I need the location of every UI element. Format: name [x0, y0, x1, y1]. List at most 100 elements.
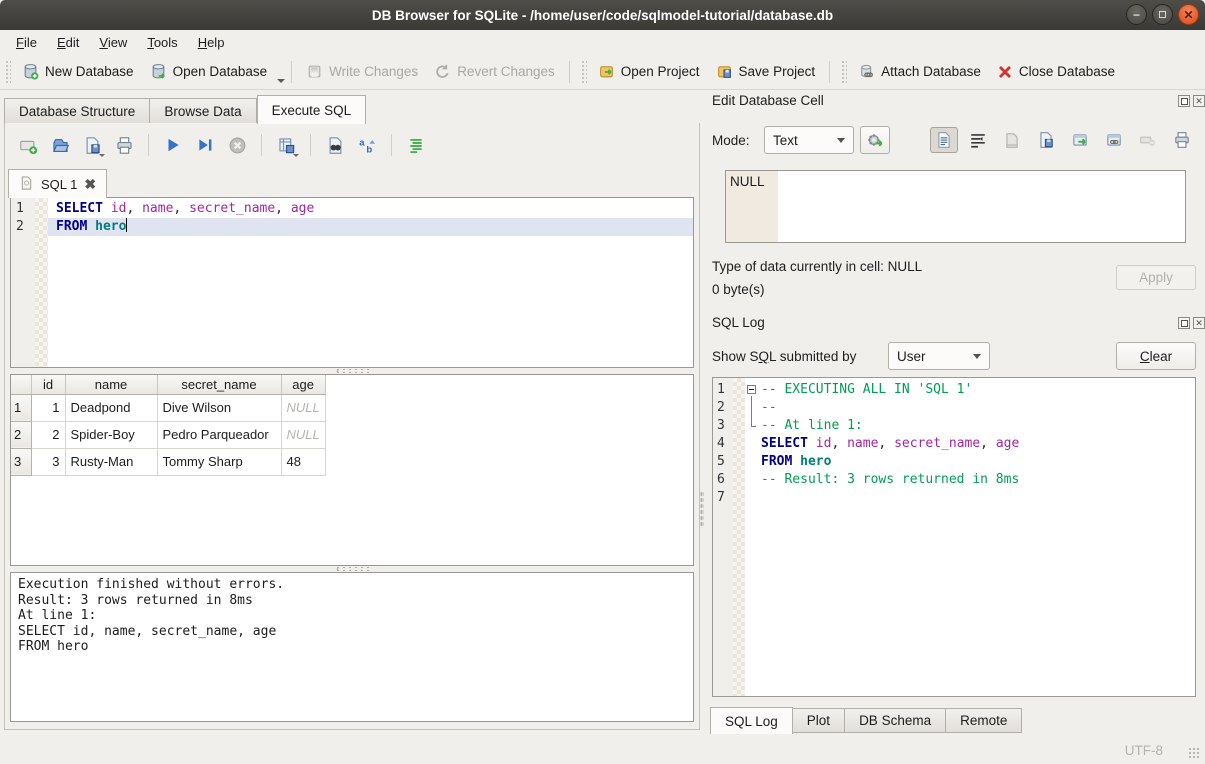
- menu-tools[interactable]: Tools: [137, 32, 187, 53]
- tab-plot[interactable]: Plot: [793, 708, 845, 733]
- results-grid[interactable]: idnamesecret_nameage11DeadpondDive Wilso…: [10, 374, 694, 566]
- vertical-splitter[interactable]: [698, 91, 705, 734]
- attach-database-button[interactable]: Attach Database: [850, 58, 989, 85]
- save-results-icon[interactable]: [272, 132, 300, 158]
- column-header-name[interactable]: name: [65, 375, 157, 394]
- close-tab-icon[interactable]: ✖: [84, 176, 96, 193]
- close-icon[interactable]: ✕: [1178, 4, 1199, 25]
- toolbar-grip[interactable]: [581, 60, 587, 84]
- open-sql-file-icon[interactable]: [46, 132, 74, 158]
- maximize-icon[interactable]: [1152, 4, 1173, 25]
- tab-browse-data[interactable]: Browse Data: [150, 98, 256, 124]
- log-line[interactable]: 6-- Result: 3 rows returned in 8ms: [713, 471, 1195, 489]
- minimize-icon[interactable]: −: [1126, 4, 1147, 25]
- menu-edit[interactable]: Edit: [47, 32, 89, 53]
- execute-all-icon[interactable]: [159, 132, 187, 158]
- apply-button[interactable]: Apply: [1116, 265, 1196, 290]
- open-database-dropdown-icon[interactable]: [277, 79, 285, 83]
- tab-db-schema[interactable]: DB Schema: [845, 708, 946, 733]
- editor-line[interactable]: 2FROM hero: [11, 218, 693, 236]
- table-cell[interactable]: 2: [31, 421, 65, 448]
- import-icon[interactable]: [998, 127, 1026, 153]
- execution-message[interactable]: Execution finished without errors.Result…: [10, 572, 694, 722]
- open-project-button[interactable]: Open Project: [590, 58, 708, 85]
- sql-editor[interactable]: 1SELECT id, name, secret_name, age2FROM …: [10, 197, 694, 368]
- column-header-id[interactable]: id: [31, 375, 65, 394]
- editor-line[interactable]: 1SELECT id, name, secret_name, age: [11, 200, 693, 218]
- menu-file[interactable]: File: [6, 32, 47, 53]
- toolbar-grip[interactable]: [841, 60, 847, 84]
- table-cell[interactable]: 3: [31, 448, 65, 475]
- table-cell[interactable]: Deadpond: [65, 394, 157, 421]
- set-as-icon[interactable]: [860, 126, 890, 154]
- fold-marker-icon[interactable]: [747, 385, 756, 394]
- toolbar-grip[interactable]: [5, 60, 11, 84]
- new-database-button[interactable]: New Database: [14, 58, 142, 85]
- table-cell[interactable]: Spider-Boy: [65, 421, 157, 448]
- log-line[interactable]: 2--: [713, 399, 1195, 417]
- format-icon[interactable]: [402, 132, 430, 158]
- log-line[interactable]: 4SELECT id, name, secret_name, age: [713, 435, 1195, 453]
- write-changes-button[interactable]: Write Changes: [298, 58, 426, 85]
- message-line: At line 1:: [18, 608, 686, 624]
- column-header-secret_name[interactable]: secret_name: [157, 375, 281, 394]
- text-mode-icon[interactable]: [930, 127, 958, 153]
- table-row[interactable]: 22Spider-BoyPedro ParqueadorNULL: [11, 421, 325, 448]
- log-filter-select[interactable]: User: [888, 342, 990, 370]
- float-icon[interactable]: [1178, 317, 1190, 329]
- mode-select[interactable]: Text: [764, 126, 854, 154]
- log-line[interactable]: 7: [713, 489, 1195, 507]
- print-icon[interactable]: [1168, 127, 1196, 153]
- save-sql-file-icon[interactable]: [78, 132, 106, 158]
- log-line[interactable]: 3-- At line 1:: [713, 417, 1195, 435]
- replace-icon[interactable]: ab: [353, 132, 381, 158]
- close-icon[interactable]: ✕: [1193, 317, 1205, 329]
- table-row[interactable]: 33Rusty-ManTommy Sharp48: [11, 448, 325, 475]
- find-icon[interactable]: [321, 132, 349, 158]
- table-corner-header[interactable]: [11, 375, 31, 394]
- table-row[interactable]: 11DeadpondDive WilsonNULL: [11, 394, 325, 421]
- table-cell[interactable]: NULL: [281, 394, 325, 421]
- resize-grip[interactable]: [1188, 747, 1201, 760]
- column-header-age[interactable]: age: [281, 375, 325, 394]
- table-cell[interactable]: 1: [31, 394, 65, 421]
- tab-remote[interactable]: Remote: [946, 708, 1022, 733]
- print-icon[interactable]: [110, 132, 138, 158]
- export-icon[interactable]: [1066, 127, 1094, 153]
- menu-view[interactable]: View: [89, 32, 137, 53]
- close-icon[interactable]: ✕: [1193, 95, 1205, 107]
- save-icon[interactable]: [1032, 127, 1060, 153]
- tab-database-structure[interactable]: Database Structure: [4, 98, 150, 124]
- table-cell[interactable]: Tommy Sharp: [157, 448, 281, 475]
- word-wrap-icon[interactable]: [964, 127, 992, 153]
- close-database-button[interactable]: Close Database: [989, 59, 1123, 85]
- tab-execute-sql[interactable]: Execute SQL: [257, 95, 367, 124]
- clear-button[interactable]: Clear: [1116, 342, 1196, 370]
- row-header[interactable]: 1: [11, 394, 31, 421]
- save-project-button[interactable]: Save Project: [708, 58, 824, 85]
- new-sql-tab-icon[interactable]: [14, 132, 42, 158]
- row-header[interactable]: 3: [11, 448, 31, 475]
- stop-icon[interactable]: [223, 132, 251, 158]
- execute-line-icon[interactable]: [191, 132, 219, 158]
- log-line[interactable]: 1-- EXECUTING ALL IN 'SQL 1': [713, 381, 1195, 399]
- tab-sql-log[interactable]: SQL Log: [710, 707, 793, 734]
- row-header[interactable]: 2: [11, 421, 31, 448]
- table-cell[interactable]: 48: [281, 448, 325, 475]
- table-cell[interactable]: Rusty-Man: [65, 448, 157, 475]
- edit-cell-title: Edit Database Cell: [712, 93, 824, 108]
- log-line[interactable]: 5FROM hero: [713, 453, 1195, 471]
- float-icon[interactable]: [1178, 95, 1190, 107]
- cell-value-editor[interactable]: NULL: [725, 170, 1186, 243]
- open-database-button[interactable]: Open Database: [142, 58, 276, 85]
- menu-help[interactable]: Help: [188, 32, 235, 53]
- open-external-icon[interactable]: [1100, 127, 1128, 153]
- sql-log-view[interactable]: 1-- EXECUTING ALL IN 'SQL 1'2--3-- At li…: [712, 377, 1196, 697]
- set-null-icon[interactable]: [1134, 127, 1162, 153]
- title-bar[interactable]: DB Browser for SQLite - /home/user/code/…: [0, 0, 1205, 30]
- table-cell[interactable]: NULL: [281, 421, 325, 448]
- revert-changes-button[interactable]: Revert Changes: [426, 58, 563, 85]
- table-cell[interactable]: Dive Wilson: [157, 394, 281, 421]
- table-cell[interactable]: Pedro Parqueador: [157, 421, 281, 448]
- sql-file-tab[interactable]: SQL 1 ✖: [8, 169, 107, 198]
